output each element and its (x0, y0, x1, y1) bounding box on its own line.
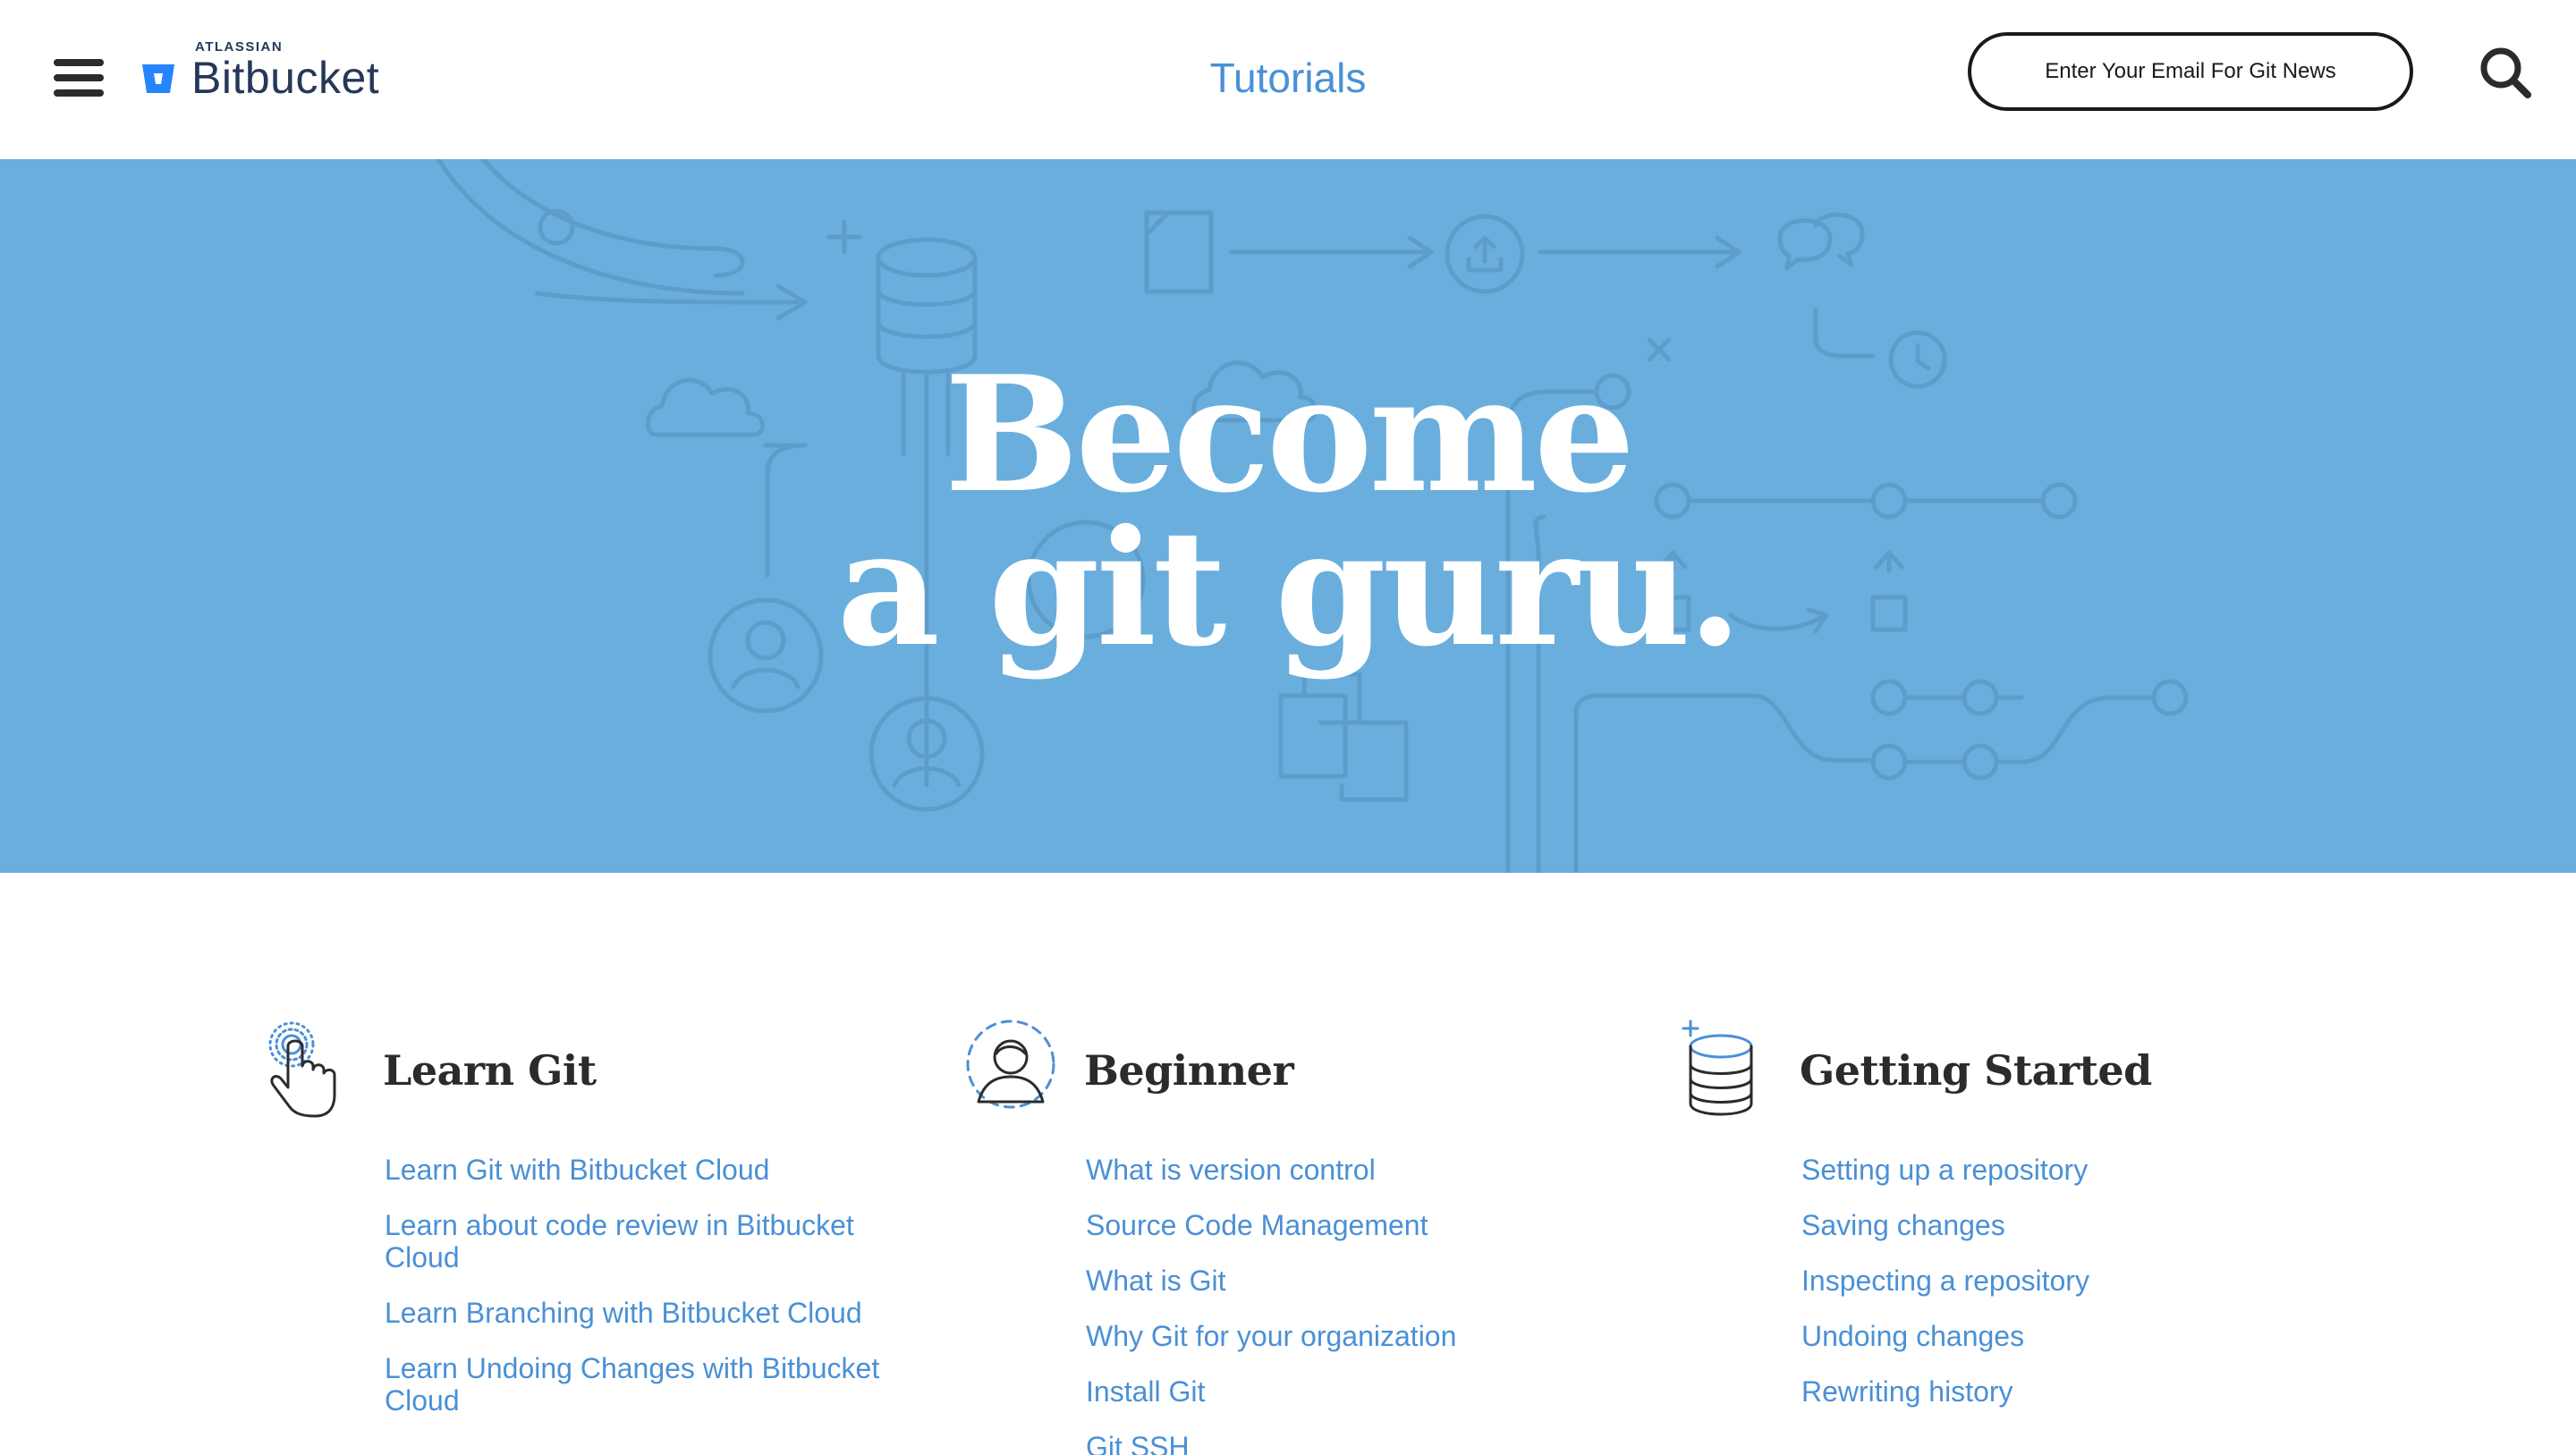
link-list: Setting up a repository Saving changes I… (1801, 1154, 2338, 1431)
site-header: ATLASSIAN Bitbucket Tutorials Enter Your… (0, 0, 2576, 159)
hamburger-menu-icon[interactable] (54, 59, 104, 97)
database-icon (1682, 1019, 1753, 1116)
tutorial-link[interactable]: Setting up a repository (1801, 1154, 2338, 1186)
tutorial-link[interactable]: Undoing changes (1801, 1320, 2338, 1352)
tutorial-link[interactable]: Git SSH (1086, 1431, 1623, 1455)
tutorial-link[interactable]: Learn Undoing Changes with Bitbucket Clo… (385, 1352, 921, 1417)
link-list: What is version control Source Code Mana… (1086, 1154, 1623, 1455)
tutorial-link[interactable]: Learn Git with Bitbucket Cloud (385, 1154, 921, 1186)
hero-heading: Become a git guru. (0, 341, 2576, 681)
page-title[interactable]: Tutorials (1109, 54, 1467, 102)
tutorial-link[interactable]: Saving changes (1801, 1209, 2338, 1241)
hero-heading-line-2: a git guru. (836, 495, 1743, 681)
tutorial-link[interactable]: Why Git for your organization (1086, 1320, 1623, 1352)
link-list: Learn Git with Bitbucket Cloud Learn abo… (385, 1154, 921, 1440)
bitbucket-logo[interactable]: ATLASSIAN Bitbucket (141, 36, 410, 107)
tutorial-link[interactable]: Inspecting a repository (1801, 1265, 2338, 1297)
pointer-hand-icon (268, 1021, 336, 1118)
tutorial-link[interactable]: What is Git (1086, 1265, 1623, 1297)
tutorial-link[interactable]: Rewriting history (1801, 1375, 2338, 1408)
tutorial-link[interactable]: Learn about code review in Bitbucket Clo… (385, 1209, 921, 1273)
section-heading: Getting Started (1800, 1046, 2152, 1095)
hero-banner: Become a git guru. (0, 159, 2576, 873)
tutorial-link[interactable]: Source Code Management (1086, 1209, 1623, 1241)
tutorial-link[interactable]: What is version control (1086, 1154, 1623, 1186)
tutorial-link[interactable]: Install Git (1086, 1375, 1623, 1408)
hero-heading-line-1: Become (944, 341, 1635, 528)
user-avatar-icon (966, 1019, 1055, 1109)
search-icon[interactable] (2478, 45, 2533, 100)
section-heading: Beginner (1084, 1046, 1294, 1095)
bitbucket-wordmark: Bitbucket (191, 53, 380, 103)
email-signup-button[interactable]: Enter Your Email For Git News (1968, 32, 2413, 111)
section-heading: Learn Git (383, 1046, 597, 1095)
bitbucket-icon (142, 64, 174, 93)
tutorial-link[interactable]: Learn Branching with Bitbucket Cloud (385, 1297, 921, 1329)
